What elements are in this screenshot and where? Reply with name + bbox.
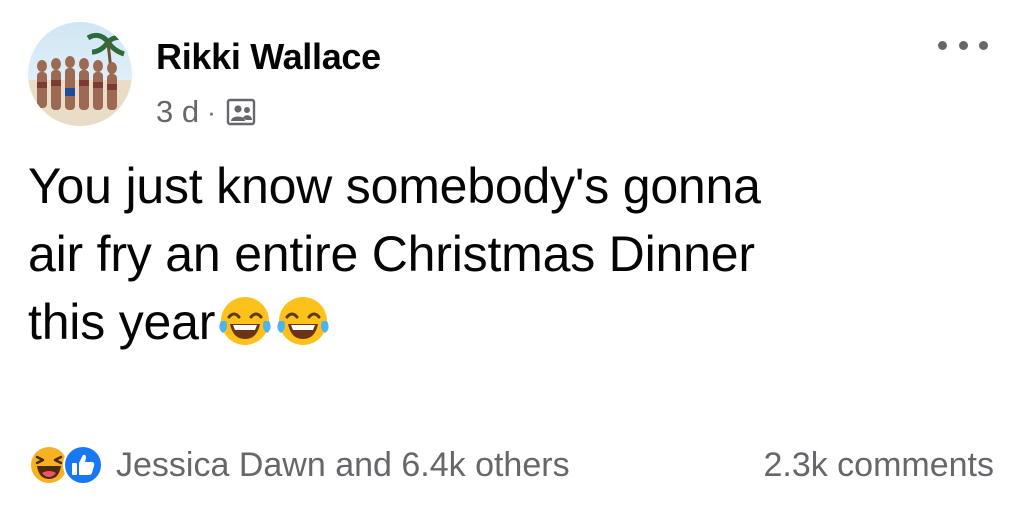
post-text-line: You just know somebody's gonna (28, 158, 761, 214)
more-dot (938, 40, 947, 50)
reaction-icons (28, 444, 104, 486)
avatar-photo (28, 22, 132, 126)
tears-of-joy-emoji (277, 297, 329, 345)
more-options-icon[interactable] (938, 30, 988, 60)
comments-count[interactable]: 2.3k comments (763, 446, 994, 485)
post-text-line: this year (28, 294, 216, 350)
post-meta: 3 d · (156, 92, 258, 132)
like-reaction-icon (63, 445, 103, 485)
post-text-line-last: this year (28, 288, 988, 356)
friends-icon[interactable] (226, 97, 258, 127)
facebook-post: Rikki Wallace 3 d · You just know somebo… (0, 0, 1010, 512)
more-dot (958, 40, 968, 50)
tears-of-joy-emoji (219, 297, 271, 345)
post-footer: Jessica Dawn and 6.4k others 2.3k commen… (28, 440, 994, 490)
author-name[interactable]: Rikki Wallace (156, 36, 381, 78)
post-text-line: air fry an entire Christmas Dinner (28, 226, 755, 282)
reactions-summary[interactable]: Jessica Dawn and 6.4k others (28, 444, 570, 486)
meta-separator: · (207, 96, 216, 127)
post-timestamp[interactable]: 3 d (156, 94, 199, 130)
more-dot (979, 40, 988, 50)
author-avatar[interactable] (28, 22, 132, 126)
post-text: You just know somebody's gonna air fry a… (28, 152, 988, 356)
reactors-text[interactable]: Jessica Dawn and 6.4k others (116, 446, 570, 485)
